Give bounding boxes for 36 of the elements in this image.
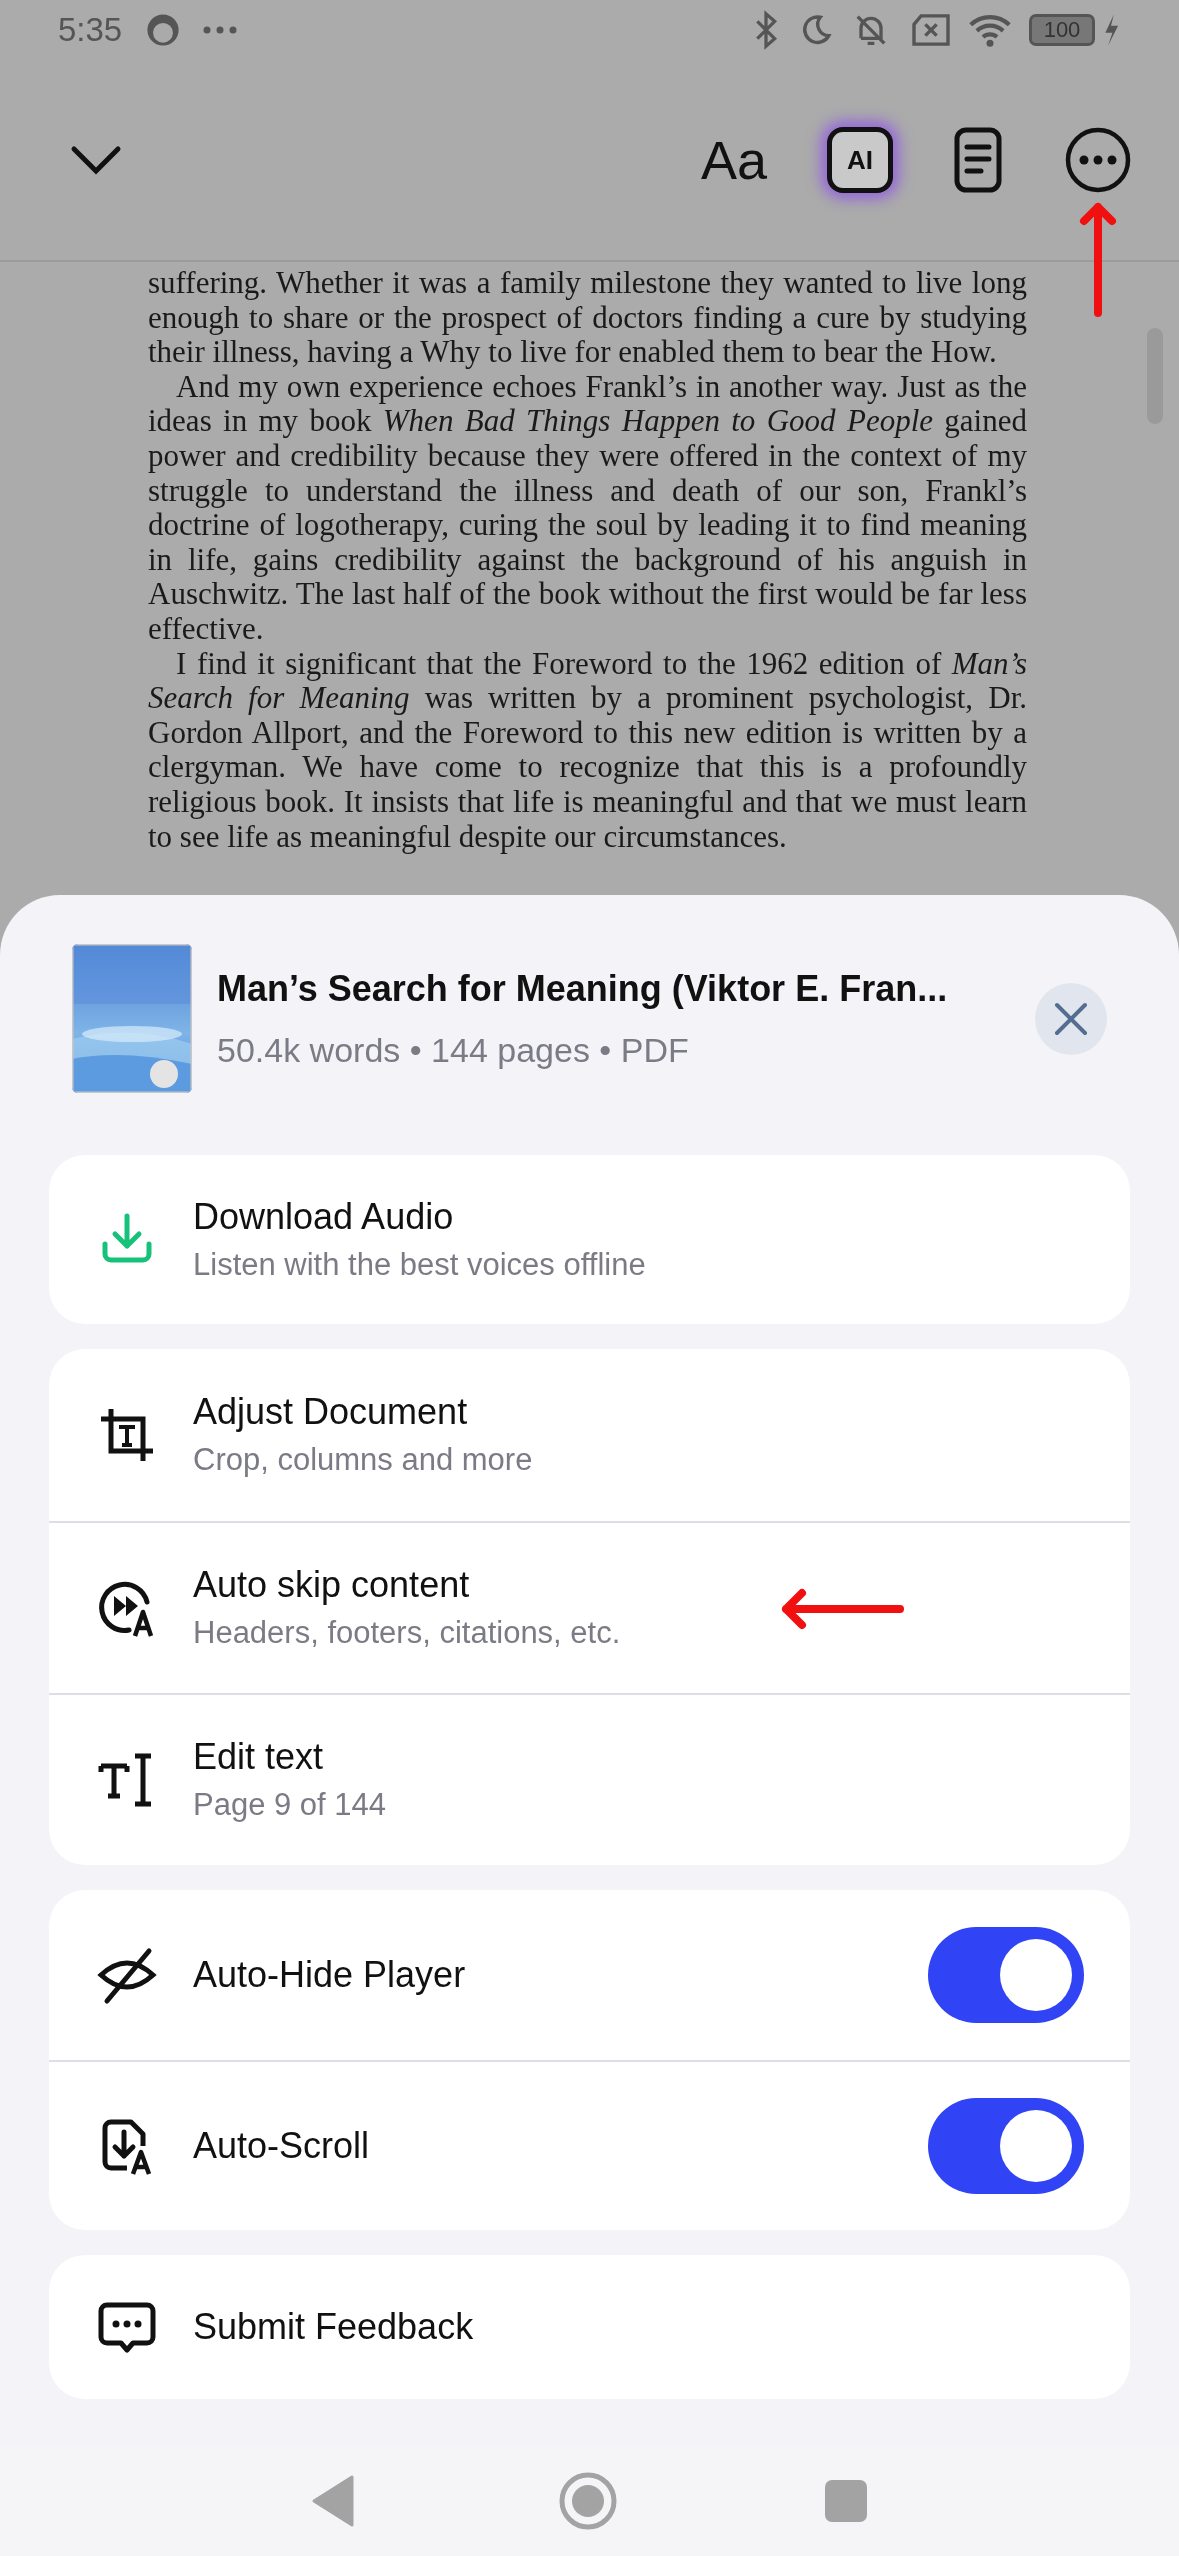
font-size-button[interactable]: Aa xyxy=(696,133,771,187)
bluetooth-icon xyxy=(753,10,779,50)
book-details: 50.4k words • 144 pages • PDF xyxy=(217,1029,690,1071)
item-subtitle: Headers, footers, citations, etc. xyxy=(193,1614,621,1652)
menu-item[interactable]: Auto-Hide Player xyxy=(49,1890,1130,2060)
wifi-icon xyxy=(969,12,1011,48)
ai-button[interactable]: AI xyxy=(827,127,893,193)
item-title: Auto-Hide Player xyxy=(193,1953,466,1997)
close-icon xyxy=(1054,1001,1088,1036)
battery-level: 100 xyxy=(1043,19,1081,41)
paragraph: suffering. Whether it was a family milestone they wanted to live long enough to share or the prospect of doctors finding a cure by studying their illness, having a Why to live for enabled them to bear the How. xyxy=(148,266,1027,370)
menu-item[interactable]: Edit text Page 9 of 144 xyxy=(49,1693,1130,1865)
more-options-icon[interactable] xyxy=(1065,127,1131,193)
eye-off-icon xyxy=(97,1945,157,2005)
item-title: Edit text xyxy=(193,1735,325,1779)
item-title: Adjust Document xyxy=(193,1390,469,1434)
item-subtitle: Page 9 of 144 xyxy=(193,1786,387,1824)
paragraph: And my own experience echoes Frankl’s in another way. Just as the ideas in my book When Bad Things Happen to Good People gained power and credibility because they were offered in the context of my struggle to understand the illness and death of our son, Frankl’s doctrine of logotherapy, curing the soul by leading it to find meaning in life, gains credibility against the background of his anguish in Auschwitz. The last half of the book without the first would be far less effective. xyxy=(148,369,1027,647)
item-subtitle: Listen with the best voices offline xyxy=(193,1245,646,1284)
menu-item[interactable]: Adjust Document Crop, columns and more xyxy=(49,1349,1130,1521)
item-title: Auto-Scroll xyxy=(193,2124,370,2168)
chevron-down-icon[interactable] xyxy=(70,145,122,175)
document-icon[interactable] xyxy=(953,127,1003,193)
item-title: Auto skip content xyxy=(193,1563,471,1607)
item-title: Download Audio xyxy=(193,1194,455,1239)
book-title: Man’s Search for Meaning (Viktor E. Fran... xyxy=(217,966,949,1011)
menu-item[interactable]: Download Audio Listen with the best voices offline xyxy=(49,1155,1130,1324)
menu-item[interactable]: Submit Feedback xyxy=(49,2255,1130,2399)
no-sim-icon xyxy=(909,13,953,47)
menu-item[interactable]: Auto skip content Headers, footers, citations, etc. xyxy=(49,1521,1130,1693)
item-subtitle: Crop, columns and more xyxy=(193,1441,533,1479)
menu-item[interactable]: Auto-Scroll xyxy=(49,2060,1130,2230)
status-time: 5:35 xyxy=(58,10,123,51)
paragraph: I find it significant that the Foreword to the 1962 edition of Man’s Search for Meaning was written by a prominent psychologist, Dr. Gordon Allport, and the Foreword to this new edition is written by a clergyman. We have come to recognize that this is a profoundly religious book. It insists that life is meaningful and that we must learn to see life as meaningful despite our circumstances. xyxy=(148,646,1027,855)
more-icon xyxy=(202,25,239,35)
item-title: Submit Feedback xyxy=(193,2305,474,2349)
